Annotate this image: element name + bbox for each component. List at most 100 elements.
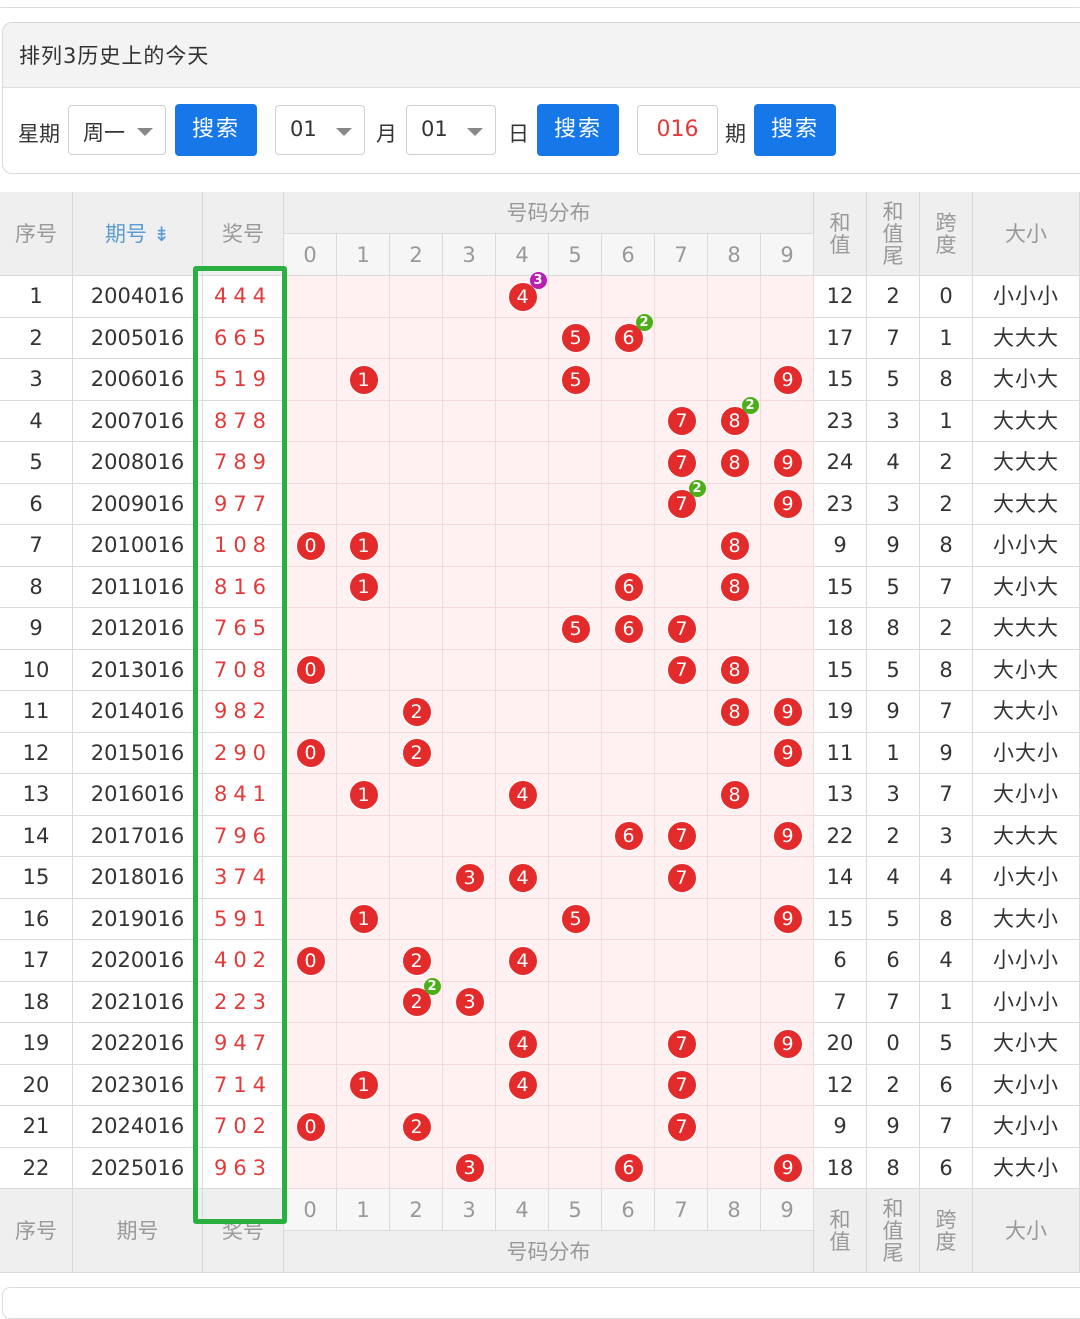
row-sum: 12 xyxy=(814,1064,867,1106)
distribution-cell xyxy=(443,442,496,484)
row-issue: 2007016 xyxy=(73,400,203,442)
row-sum: 18 xyxy=(814,608,867,650)
row-prize-number: 816 xyxy=(203,566,284,608)
header-digit-9: 9 xyxy=(761,234,814,276)
row-issue: 2017016 xyxy=(73,815,203,857)
row-sum: 20 xyxy=(814,1023,867,1065)
distribution-cell: 4 xyxy=(496,1064,549,1106)
header-digit-3: 3 xyxy=(443,234,496,276)
row-size: 大大小 xyxy=(973,898,1080,940)
digit-ball: 6 xyxy=(613,613,644,644)
row-span: 9 xyxy=(920,732,973,774)
search-button-date[interactable]: 搜索 xyxy=(537,104,619,156)
distribution-cell: 0 xyxy=(284,940,337,982)
distribution-cell xyxy=(655,774,708,816)
distribution-cell: 6 xyxy=(602,815,655,857)
sort-icon[interactable]: ⇟ xyxy=(147,222,170,246)
digit-ball: 7 xyxy=(666,406,697,437)
distribution-cell xyxy=(708,276,761,318)
search-button-issue[interactable]: 搜索 xyxy=(754,104,836,156)
distribution-cell: 9 xyxy=(761,483,814,525)
distribution-cell: 3 xyxy=(443,1147,496,1189)
row-sum: 15 xyxy=(814,649,867,691)
issue-input[interactable]: 016 xyxy=(637,105,718,155)
weekday-value: 周一 xyxy=(83,121,125,145)
distribution-cell: 7 xyxy=(655,400,708,442)
distribution-cell xyxy=(708,898,761,940)
row-prize-number: 591 xyxy=(203,898,284,940)
distribution-cell xyxy=(708,608,761,650)
distribution-cell xyxy=(443,359,496,401)
row-prize-number: 947 xyxy=(203,1023,284,1065)
distribution-cell: 2 xyxy=(390,940,443,982)
distribution-cell xyxy=(496,732,549,774)
day-select[interactable]: 01 xyxy=(406,105,496,155)
row-sum: 11 xyxy=(814,732,867,774)
distribution-cell xyxy=(602,1064,655,1106)
distribution-cell: 3 xyxy=(443,857,496,899)
row-prize-number: 444 xyxy=(203,276,284,318)
digit-ball: 7 xyxy=(666,1028,697,1059)
row-prize-number: 977 xyxy=(203,483,284,525)
distribution-cell xyxy=(549,815,602,857)
distribution-cell xyxy=(549,1147,602,1189)
row-size: 大小大 xyxy=(973,566,1080,608)
distribution-cell xyxy=(390,276,443,318)
digit-ball: 7 xyxy=(666,447,697,478)
row-span: 2 xyxy=(920,608,973,650)
digit-ball: 6 xyxy=(613,821,644,852)
row-issue: 2024016 xyxy=(73,1106,203,1148)
header-sum: 和值 xyxy=(814,192,867,276)
row-issue: 2021016 xyxy=(73,981,203,1023)
distribution-cell xyxy=(708,732,761,774)
row-prize-number: 878 xyxy=(203,400,284,442)
repeat-count-badge: 2 xyxy=(635,313,653,331)
row-size: 大小大 xyxy=(973,359,1080,401)
distribution-cell xyxy=(337,276,390,318)
row-sum: 14 xyxy=(814,857,867,899)
row-issue: 2005016 xyxy=(73,317,203,359)
row-sum-tail: 5 xyxy=(867,898,920,940)
search-button-weekday[interactable]: 搜索 xyxy=(175,104,257,156)
distribution-cell: 7 xyxy=(655,608,708,650)
row-index: 10 xyxy=(0,649,73,691)
digit-ball: 9 xyxy=(772,489,803,520)
digit-ball: 2 xyxy=(401,696,432,727)
header-sum: 和值 xyxy=(814,1189,867,1273)
distribution-cell xyxy=(443,276,496,318)
row-size: 大小小 xyxy=(973,774,1080,816)
distribution-cell xyxy=(549,774,602,816)
distribution-cell xyxy=(602,857,655,899)
distribution-cell xyxy=(390,483,443,525)
row-prize-number: 789 xyxy=(203,442,284,484)
distribution-cell xyxy=(496,400,549,442)
digit-ball: 7 xyxy=(666,862,697,893)
header-prize: 奖号 xyxy=(203,192,284,276)
row-index: 3 xyxy=(0,359,73,401)
distribution-cell xyxy=(549,400,602,442)
distribution-cell: 1 xyxy=(337,359,390,401)
row-span: 2 xyxy=(920,483,973,525)
row-prize-number: 982 xyxy=(203,691,284,733)
header-digit-0: 0 xyxy=(284,234,337,276)
row-sum-tail: 0 xyxy=(867,1023,920,1065)
row-index: 1 xyxy=(0,276,73,318)
distribution-cell xyxy=(390,566,443,608)
digit-ball: 4 xyxy=(507,1070,538,1101)
month-select[interactable]: 01 xyxy=(275,105,365,155)
row-issue: 2020016 xyxy=(73,940,203,982)
row-span: 7 xyxy=(920,774,973,816)
distribution-cell xyxy=(390,857,443,899)
digit-ball: 5 xyxy=(560,323,591,354)
distribution-cell xyxy=(602,400,655,442)
distribution-cell: 9 xyxy=(761,359,814,401)
distribution-cell xyxy=(549,525,602,567)
weekday-select[interactable]: 周一 xyxy=(68,105,166,155)
row-sum-tail: 8 xyxy=(867,608,920,650)
distribution-cell xyxy=(549,691,602,733)
row-issue: 2010016 xyxy=(73,525,203,567)
distribution-cell xyxy=(443,815,496,857)
row-size: 大小大 xyxy=(973,649,1080,691)
header-issue[interactable]: 期号 ⇟ xyxy=(73,192,203,276)
row-sum-tail: 6 xyxy=(867,940,920,982)
